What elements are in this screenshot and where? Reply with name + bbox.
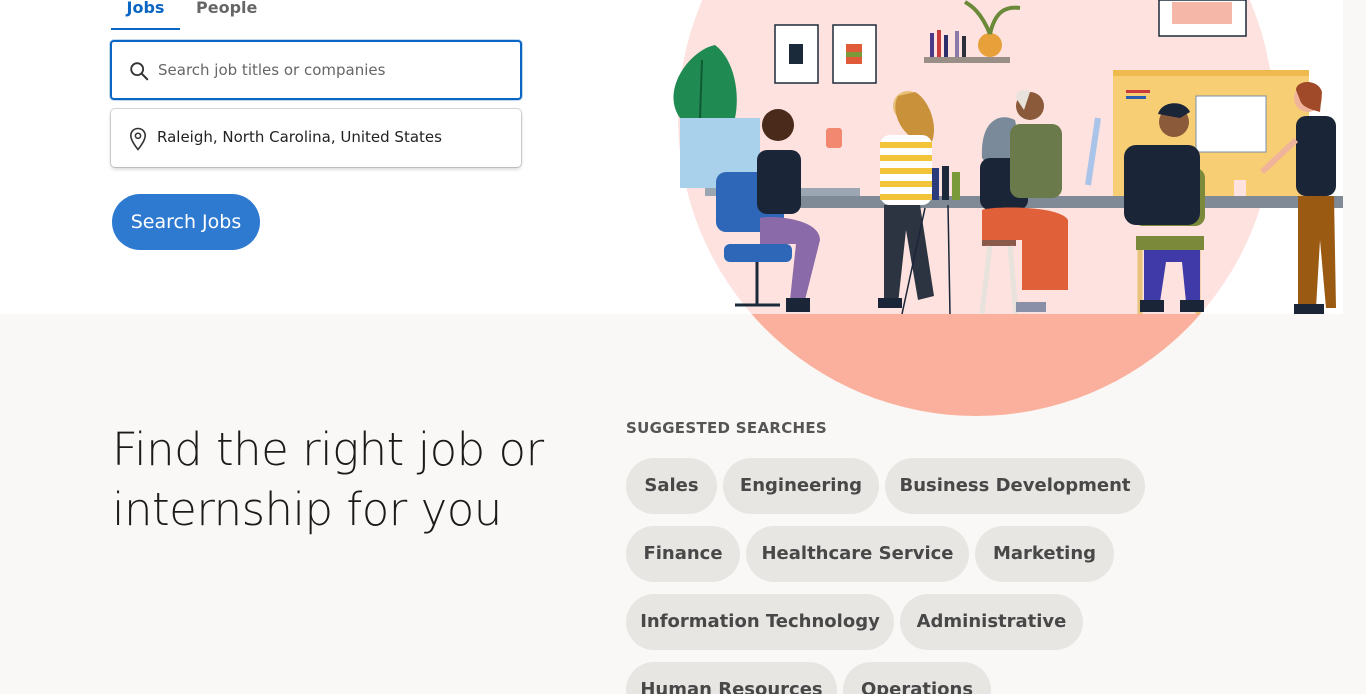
- suggested-search-pill[interactable]: Administrative: [900, 594, 1083, 650]
- location-value[interactable]: Raleigh, North Carolina, United States: [157, 128, 442, 146]
- page-headline: Find the right job or internship for you: [112, 423, 544, 536]
- page-gutter: [1343, 0, 1366, 314]
- job-search-field[interactable]: [110, 40, 522, 100]
- suggested-search-pill[interactable]: Business Development: [885, 458, 1145, 514]
- suggested-search-pill[interactable]: Engineering: [723, 458, 879, 514]
- suggested-search-pill[interactable]: Operations: [843, 662, 991, 694]
- search-input[interactable]: [158, 56, 498, 84]
- tab-people[interactable]: People: [196, 0, 257, 30]
- location-pin-icon: [129, 127, 147, 151]
- location-field[interactable]: Raleigh, North Carolina, United States: [111, 109, 521, 167]
- search-icon: [130, 62, 149, 81]
- suggested-searches-title: SUGGESTED SEARCHES: [626, 419, 828, 437]
- suggested-search-pill[interactable]: Sales: [626, 458, 717, 514]
- suggested-search-pill[interactable]: Information Technology: [626, 594, 894, 650]
- suggested-search-pill[interactable]: Finance: [626, 526, 740, 582]
- tab-jobs[interactable]: Jobs: [111, 0, 180, 30]
- suggested-search-pill[interactable]: Healthcare Service: [746, 526, 969, 582]
- search-jobs-button[interactable]: Search Jobs: [112, 194, 260, 250]
- suggested-search-pill[interactable]: Human Resources: [626, 662, 837, 694]
- suggested-search-pill[interactable]: Marketing: [975, 526, 1114, 582]
